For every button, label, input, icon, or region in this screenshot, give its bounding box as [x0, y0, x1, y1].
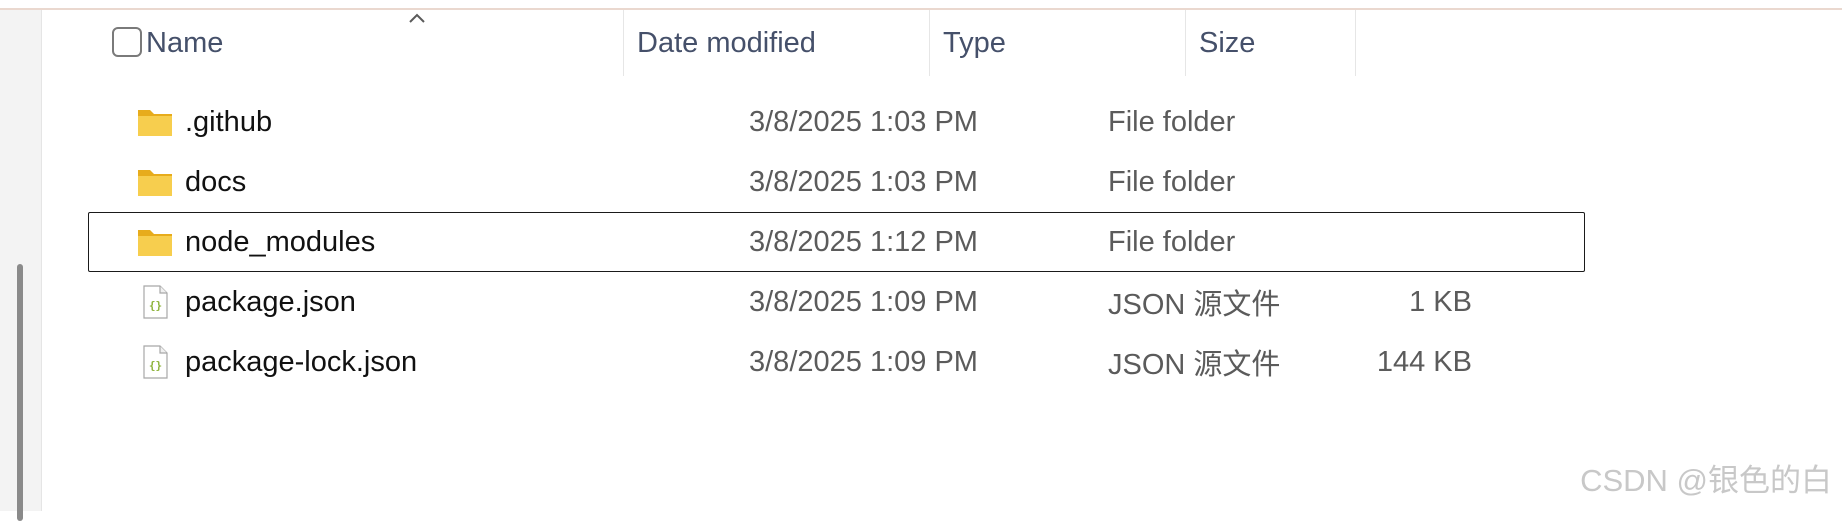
- file-date-modified: 3/8/2025 1:09 PM: [749, 285, 978, 318]
- json-file-icon: {}: [143, 285, 168, 319]
- json-file-icon: {}: [143, 345, 168, 379]
- file-date-modified: 3/8/2025 1:03 PM: [749, 105, 978, 138]
- file-size: 144 KB: [1376, 345, 1472, 378]
- column-divider[interactable]: [623, 10, 624, 76]
- file-type: JSON 源文件: [1108, 289, 1281, 321]
- file-type: File folder: [1108, 105, 1236, 138]
- file-type: File folder: [1108, 225, 1236, 258]
- file-size: [1272, 212, 1472, 272]
- column-header-size[interactable]: Size: [1199, 10, 1354, 76]
- file-name: package.json: [185, 285, 356, 318]
- column-divider[interactable]: [1355, 10, 1356, 76]
- file-size: [1272, 92, 1472, 152]
- folder-icon: [138, 230, 172, 256]
- file-type: File folder: [1108, 165, 1236, 198]
- column-header-date-label: Date modified: [637, 26, 816, 59]
- column-header-type-label: Type: [943, 26, 1006, 59]
- column-header-date[interactable]: Date modified: [637, 10, 927, 76]
- file-row-package-json[interactable]: {} package.json 3/8/2025 1:09 PM JSON 源文…: [42, 272, 1602, 332]
- navigation-pane: [0, 10, 42, 521]
- column-header-row: Name Date modified Type Size: [42, 10, 1592, 76]
- file-row-docs[interactable]: docs 3/8/2025 1:03 PM File folder: [42, 152, 1602, 212]
- file-date-modified: 3/8/2025 1:09 PM: [749, 345, 978, 378]
- folder-icon: [138, 110, 172, 136]
- csdn-watermark: CSDN @银色的白: [1580, 463, 1832, 498]
- column-divider[interactable]: [1185, 10, 1186, 76]
- file-name: .github: [185, 105, 273, 138]
- file-date-modified: 3/8/2025 1:03 PM: [749, 165, 978, 198]
- file-type: JSON 源文件: [1108, 349, 1281, 381]
- column-header-name-label: Name: [146, 26, 224, 59]
- file-name: package-lock.json: [185, 345, 418, 378]
- column-header-name[interactable]: Name: [146, 10, 626, 76]
- file-row-node-modules[interactable]: node_modules 3/8/2025 1:12 PM File folde…: [42, 212, 1602, 272]
- column-header-size-label: Size: [1199, 26, 1256, 59]
- window-top-border: [0, 0, 1842, 10]
- file-date-modified: 3/8/2025 1:12 PM: [749, 225, 978, 258]
- file-size: 1 KB: [1409, 285, 1472, 318]
- file-name: node_modules: [185, 225, 376, 258]
- select-all-checkbox[interactable]: [112, 27, 142, 57]
- column-header-type[interactable]: Type: [943, 10, 1183, 76]
- navigation-scrollbar-thumb[interactable]: [17, 264, 23, 521]
- folder-icon: [138, 170, 172, 196]
- file-row-package-lock-json[interactable]: {} package-lock.json 3/8/2025 1:09 PM JS…: [42, 332, 1602, 392]
- svg-text:{}: {}: [149, 359, 162, 372]
- svg-text:{}: {}: [149, 299, 162, 312]
- file-row-github[interactable]: .github 3/8/2025 1:03 PM File folder: [42, 92, 1602, 152]
- column-divider[interactable]: [929, 10, 930, 76]
- file-name: docs: [185, 165, 247, 198]
- file-size: [1272, 152, 1472, 212]
